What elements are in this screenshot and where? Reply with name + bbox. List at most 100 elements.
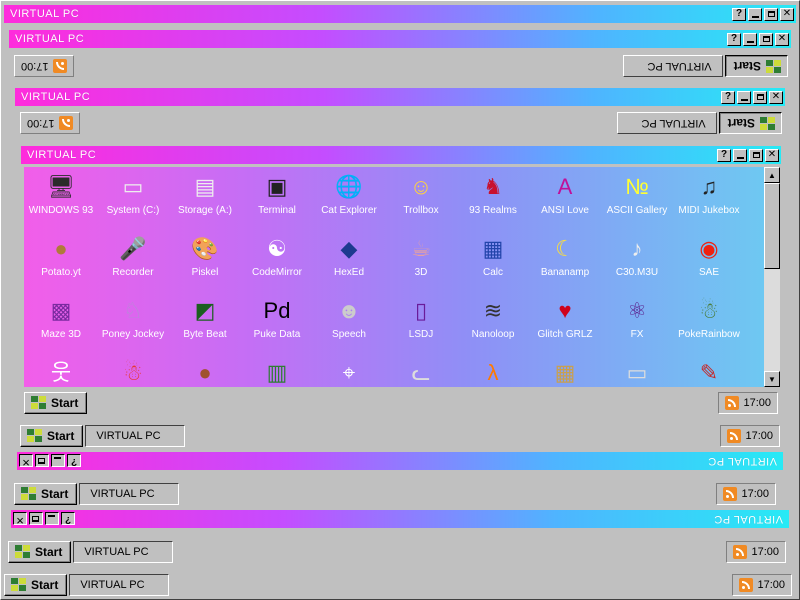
desktop-icon-glitch-grlz[interactable]: ♥ Glitch GRLZ	[526, 295, 604, 341]
scroll-down-button[interactable]: ▼	[764, 371, 780, 387]
task-item-virtual-pc[interactable]: VIRTUAL PC	[622, 55, 723, 77]
desktop-scrollbar[interactable]: ▲ ▼	[764, 167, 780, 387]
desktop-icon-storage-a[interactable]: ▤ Storage (A:)	[166, 171, 244, 217]
maximize-button[interactable]	[29, 512, 43, 526]
minimize-button[interactable]	[737, 90, 751, 104]
minimize-button[interactable]	[743, 32, 757, 46]
minimize-button[interactable]	[748, 7, 762, 21]
maximize-icon	[752, 152, 760, 158]
codemirror-icon: ☯	[267, 236, 287, 261]
maximize-button[interactable]	[759, 32, 773, 46]
help-button[interactable]: ?	[727, 32, 741, 46]
desktop-icon-label: Potato.yt	[41, 267, 81, 278]
start-button[interactable]: Start	[20, 425, 84, 447]
start-button[interactable]: Start	[718, 112, 782, 134]
desktop-icon-ascii-gallery[interactable]: № ASCII Gallery	[598, 171, 676, 217]
desktop-icon-puke-data[interactable]: Pd Puke Data	[238, 295, 316, 341]
desktop-icon-midi-jukebox[interactable]: ♫ MIDI Jukebox	[670, 171, 748, 217]
title-bar-1[interactable]: VIRTUAL PC ? ✕	[4, 5, 796, 23]
desktop-icon-app-34[interactable]: ⌖	[310, 357, 388, 387]
start-button[interactable]: Start	[4, 574, 68, 596]
title-bar-flipped-a[interactable]: VIRTUAL PC ? ✕	[17, 452, 783, 470]
task-item-virtual-pc[interactable]: VIRTUAL PC	[85, 425, 186, 447]
desktop-icon-app-38[interactable]: ▭	[598, 357, 676, 387]
start-label: Start	[41, 487, 69, 501]
desktop-icon-app-30[interactable]: 웃	[24, 357, 100, 387]
clock: 17:00	[751, 546, 779, 558]
wave-icon: ≋	[483, 298, 503, 323]
maximize-button[interactable]	[764, 7, 778, 21]
desktop-area[interactable]: 🖥 WINDOWS 93 ▭ System (C:) ▤ Storage (A:) ▣ Ter…	[24, 167, 764, 387]
desktop-icon-label: HexEd	[333, 267, 364, 278]
desktop-icon-pokerainbow[interactable]: ☃ PokeRainbow	[670, 295, 748, 341]
desktop-icon-bananamp[interactable]: ☾ Bananamp	[526, 233, 604, 279]
desktop-icon-c30-m3u[interactable]: ♪ C30.M3U	[598, 233, 676, 279]
desktop-icon-ansi-love[interactable]: A ANSI Love	[526, 171, 604, 217]
task-item-virtual-pc[interactable]: VIRTUAL PC	[69, 574, 170, 596]
desktop-icon-app-32[interactable]: ●	[166, 357, 244, 387]
clock: 17:00	[741, 488, 769, 500]
minimize-button[interactable]	[45, 512, 59, 526]
desktop-icon-codemirror[interactable]: ☯ CodeMirror	[238, 233, 316, 279]
desktop-icon-93-realms[interactable]: ♞ 93 Realms	[454, 171, 532, 217]
desktop-icon-trollbox[interactable]: ☺ Trollbox	[382, 171, 460, 217]
desktop-icon-windows-93[interactable]: 🖥 WINDOWS 93	[24, 171, 100, 217]
desktop-icon-calc[interactable]: ▦ Calc	[454, 233, 532, 279]
help-button[interactable]: ?	[717, 148, 731, 162]
desktop-icon-app-39[interactable]: ✎	[670, 357, 748, 387]
maximize-button[interactable]	[749, 148, 763, 162]
desktop-icon-hexed[interactable]: ◆ HexEd	[310, 233, 388, 279]
desktop-icon-byte-beat[interactable]: ◩ Byte Beat	[166, 295, 244, 341]
desktop-icon-potato-yt[interactable]: ● Potato.yt	[24, 233, 100, 279]
desktop-icon-piskel[interactable]: 🎨 Piskel	[166, 233, 244, 279]
maximize-icon	[32, 516, 40, 522]
desktop-icon-cat-explorer[interactable]: 🌐 Cat Explorer	[310, 171, 388, 217]
close-button[interactable]: ✕	[765, 148, 779, 162]
help-button[interactable]: ?	[732, 7, 746, 21]
close-button[interactable]: ✕	[19, 454, 33, 468]
desktop-icon-lsdj[interactable]: ▯ LSDJ	[382, 295, 460, 341]
scroll-thumb[interactable]	[764, 183, 780, 269]
close-button[interactable]: ✕	[780, 7, 794, 21]
desktop-icon-app-31[interactable]: ☃	[94, 357, 172, 387]
desktop-icon-3d[interactable]: ☕ 3D	[382, 233, 460, 279]
desktop-icon-nanoloop[interactable]: ≋ Nanoloop	[454, 295, 532, 341]
help-button[interactable]: ?	[67, 454, 81, 468]
maximize-button[interactable]	[753, 90, 767, 104]
help-button[interactable]: ?	[721, 90, 735, 104]
minimize-button[interactable]	[733, 148, 747, 162]
cat-icon: ᓚ	[411, 360, 431, 385]
close-button[interactable]: ✕	[769, 90, 783, 104]
maximize-button[interactable]	[35, 454, 49, 468]
desktop-icon-terminal[interactable]: ▣ Terminal	[238, 171, 316, 217]
task-item-virtual-pc[interactable]: VIRTUAL PC	[616, 112, 717, 134]
desktop-icon-recorder[interactable]: 🎤 Recorder	[94, 233, 172, 279]
start-button[interactable]: Start	[724, 55, 788, 77]
close-button[interactable]: ✕	[775, 32, 789, 46]
terminal-green-icon: ▥	[266, 360, 288, 385]
task-item-virtual-pc[interactable]: VIRTUAL PC	[73, 541, 174, 563]
desktop-icon-fx[interactable]: ⚛ FX	[598, 295, 676, 341]
task-item-virtual-pc[interactable]: VIRTUAL PC	[79, 483, 180, 505]
start-button[interactable]: Start	[14, 483, 78, 505]
taskbar-3: Start VIRTUAL PC 17:00	[18, 423, 782, 449]
start-button[interactable]: Start	[8, 541, 72, 563]
close-button[interactable]: ✕	[13, 512, 27, 526]
help-button[interactable]: ?	[61, 512, 75, 526]
title-bar-2[interactable]: VIRTUAL PC ? ✕	[9, 30, 791, 48]
desktop-icon-app-35[interactable]: ᓚ	[382, 357, 460, 387]
desktop-icon-app-37[interactable]: ▦	[526, 357, 604, 387]
title-bar-4[interactable]: VIRTUAL PC ? ✕	[21, 146, 781, 164]
minimize-button[interactable]	[51, 454, 65, 468]
desktop-icon-app-36[interactable]: λ	[454, 357, 532, 387]
desktop-icon-app-33[interactable]: ▥	[238, 357, 316, 387]
title-bar-3[interactable]: VIRTUAL PC ? ✕	[15, 88, 785, 106]
desktop-icon-system-c[interactable]: ▭ System (C:)	[94, 171, 172, 217]
desktop-icon-speech[interactable]: ☻ Speech	[310, 295, 388, 341]
scroll-up-button[interactable]: ▲	[764, 167, 780, 183]
desktop-icon-sae[interactable]: ◉ SAE	[670, 233, 748, 279]
desktop-icon-maze-3d[interactable]: ▩ Maze 3D	[24, 295, 100, 341]
start-button[interactable]: Start	[24, 392, 88, 414]
desktop-icon-poney-jockey[interactable]: ♘ Poney Jockey	[94, 295, 172, 341]
title-bar-flipped-b[interactable]: VIRTUAL PC ? ✕	[11, 510, 789, 528]
